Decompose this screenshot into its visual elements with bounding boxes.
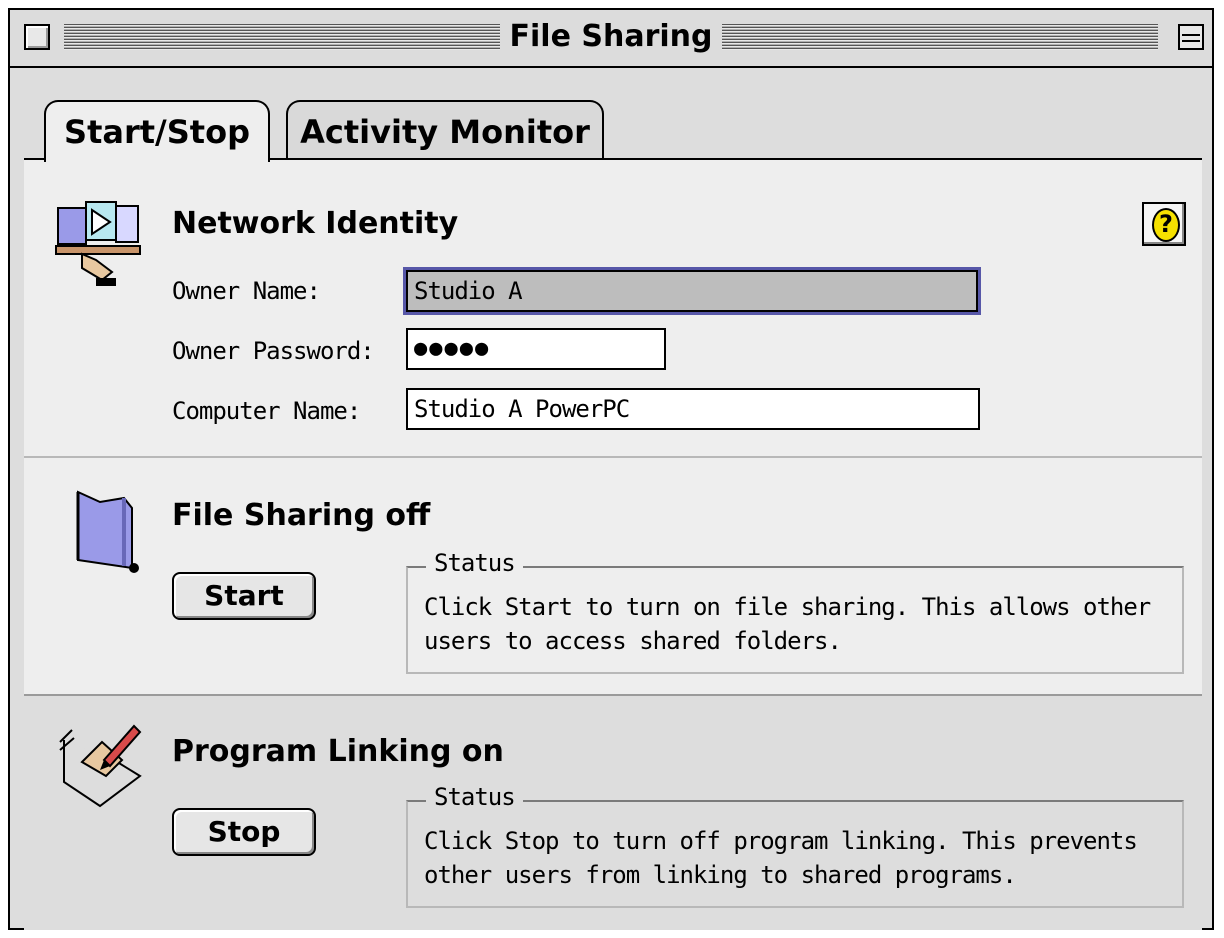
network-identity-section: Network Identity ? Owner Name: Studio A … <box>24 160 1202 454</box>
tab-start-stop[interactable]: Start/Stop <box>44 100 270 162</box>
program-linking-section: Program Linking on Stop Status Click Sto… <box>24 694 1202 930</box>
owner-name-field[interactable]: Studio A <box>406 270 978 312</box>
collapse-box-icon[interactable] <box>1178 24 1204 50</box>
network-identity-title: Network Identity <box>172 206 459 241</box>
help-icon: ? <box>1152 208 1180 242</box>
program-linking-status-box: Status Click Stop to turn off program li… <box>406 782 1184 908</box>
file-sharing-status-text: Click Start to turn on file sharing. Thi… <box>424 593 1151 655</box>
tab-bar: Start/Stop Activity Monitor <box>24 100 624 162</box>
program-linking-status-title: Program Linking on <box>172 734 504 769</box>
file-sharing-status-label: Status <box>426 548 523 578</box>
file-sharing-status-title: File Sharing off <box>172 498 431 533</box>
window-title: File Sharing <box>499 19 723 54</box>
folder-icon <box>76 490 139 573</box>
tab-content: Network Identity ? Owner Name: Studio A … <box>24 158 1202 930</box>
stop-button[interactable]: Stop <box>172 808 316 856</box>
start-button[interactable]: Start <box>172 572 316 620</box>
program-linking-icon <box>59 724 142 808</box>
tab-activity-monitor[interactable]: Activity Monitor <box>286 100 604 160</box>
owner-name-label: Owner Name: <box>172 277 321 305</box>
owner-password-field[interactable]: ●●●●● <box>406 328 666 370</box>
computer-name-label: Computer Name: <box>172 397 361 425</box>
owner-password-label: Owner Password: <box>172 337 375 365</box>
file-sharing-window: File Sharing Start/Stop Activity Monitor… <box>8 8 1214 930</box>
network-identity-icon <box>55 201 141 286</box>
title-bar[interactable]: File Sharing <box>10 10 1212 68</box>
file-sharing-section: File Sharing off Start Status Click Star… <box>24 456 1202 694</box>
computer-name-field[interactable]: Studio A PowerPC <box>406 388 980 430</box>
program-linking-status-text: Click Stop to turn off program linking. … <box>424 827 1138 889</box>
program-linking-status-label: Status <box>426 782 523 812</box>
help-button[interactable]: ? <box>1142 202 1186 246</box>
file-sharing-status-box: Status Click Start to turn on file shari… <box>406 548 1184 674</box>
